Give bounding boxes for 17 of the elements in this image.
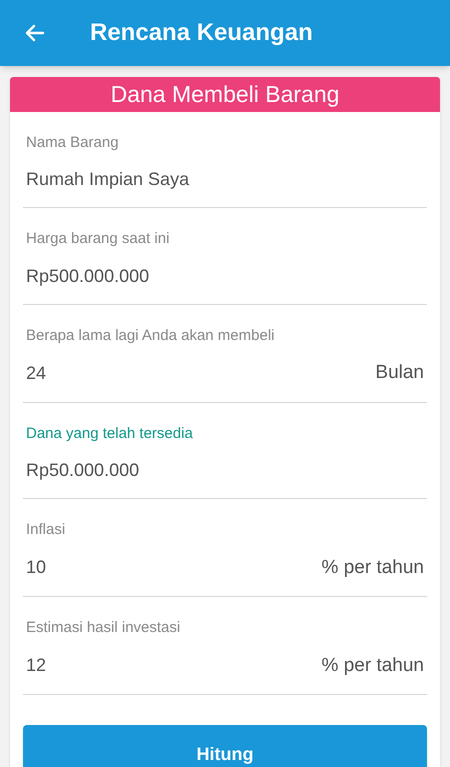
- field-label: Inflasi: [25, 520, 66, 540]
- card-title: Dana Membeli Barang: [110, 80, 340, 109]
- unit-label: Bulan: [375, 361, 424, 385]
- unit-label: % per tahun: [322, 556, 424, 580]
- input-field[interactable]: Rumah Impian Saya: [26, 166, 424, 193]
- field-label: Berapa lama lagi Anda akan membeli: [25, 326, 276, 346]
- app-bar-title: Rencana Keuangan: [90, 18, 313, 48]
- input-field[interactable]: 12: [26, 652, 322, 680]
- input-field[interactable]: Rp500.000.000: [26, 262, 424, 290]
- field-label: Nama Barang: [25, 132, 120, 152]
- field-label: Estimasi hasil investasi: [25, 618, 182, 638]
- field-label: Harga barang saat ini: [25, 229, 170, 249]
- input-field[interactable]: 24: [26, 360, 376, 387]
- field-label: Dana yang telah tersedia: [25, 424, 194, 444]
- input-field[interactable]: 10: [26, 554, 322, 582]
- input-field[interactable]: Rp50.000.000: [26, 457, 424, 484]
- unit-label: % per tahun: [322, 654, 424, 678]
